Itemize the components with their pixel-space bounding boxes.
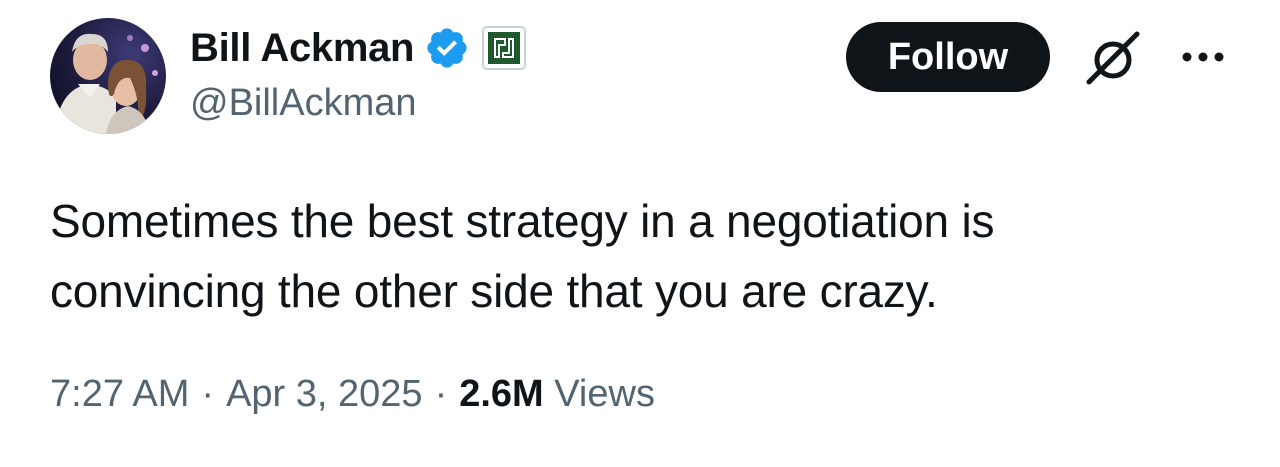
- affiliate-badge-icon[interactable]: [482, 26, 527, 70]
- name-row: Bill Ackman: [190, 22, 527, 74]
- display-name[interactable]: Bill Ackman: [190, 26, 414, 71]
- tweet-text-line: Sometimes the best strategy in a negotia…: [50, 195, 995, 247]
- views-count: 2.6M: [459, 373, 544, 415]
- tweet-card: Bill Ackman @BillAckman Follow Sometimes…: [0, 0, 1280, 467]
- follow-button[interactable]: Follow: [846, 22, 1050, 92]
- separator: ·: [201, 373, 215, 415]
- tweet-date[interactable]: Apr 3, 2025: [226, 373, 422, 415]
- avatar[interactable]: [50, 18, 166, 134]
- user-handle[interactable]: @BillAckman: [190, 82, 417, 125]
- tweet-time[interactable]: 7:27 AM: [50, 373, 189, 415]
- verified-badge-icon[interactable]: [424, 25, 470, 71]
- tweet-text-line: convincing the other side that you are c…: [50, 265, 938, 317]
- avatar-photo-icon: [50, 18, 166, 134]
- tweet-meta: 7:27 AM · Apr 3, 2025 · 2.6M Views: [50, 373, 655, 416]
- tweet-text: Sometimes the best strategy in a negotia…: [50, 186, 1200, 326]
- separator: ·: [434, 373, 448, 415]
- grok-icon[interactable]: [1083, 30, 1143, 86]
- views-label: Views: [554, 373, 655, 415]
- more-options-icon[interactable]: [1180, 47, 1226, 67]
